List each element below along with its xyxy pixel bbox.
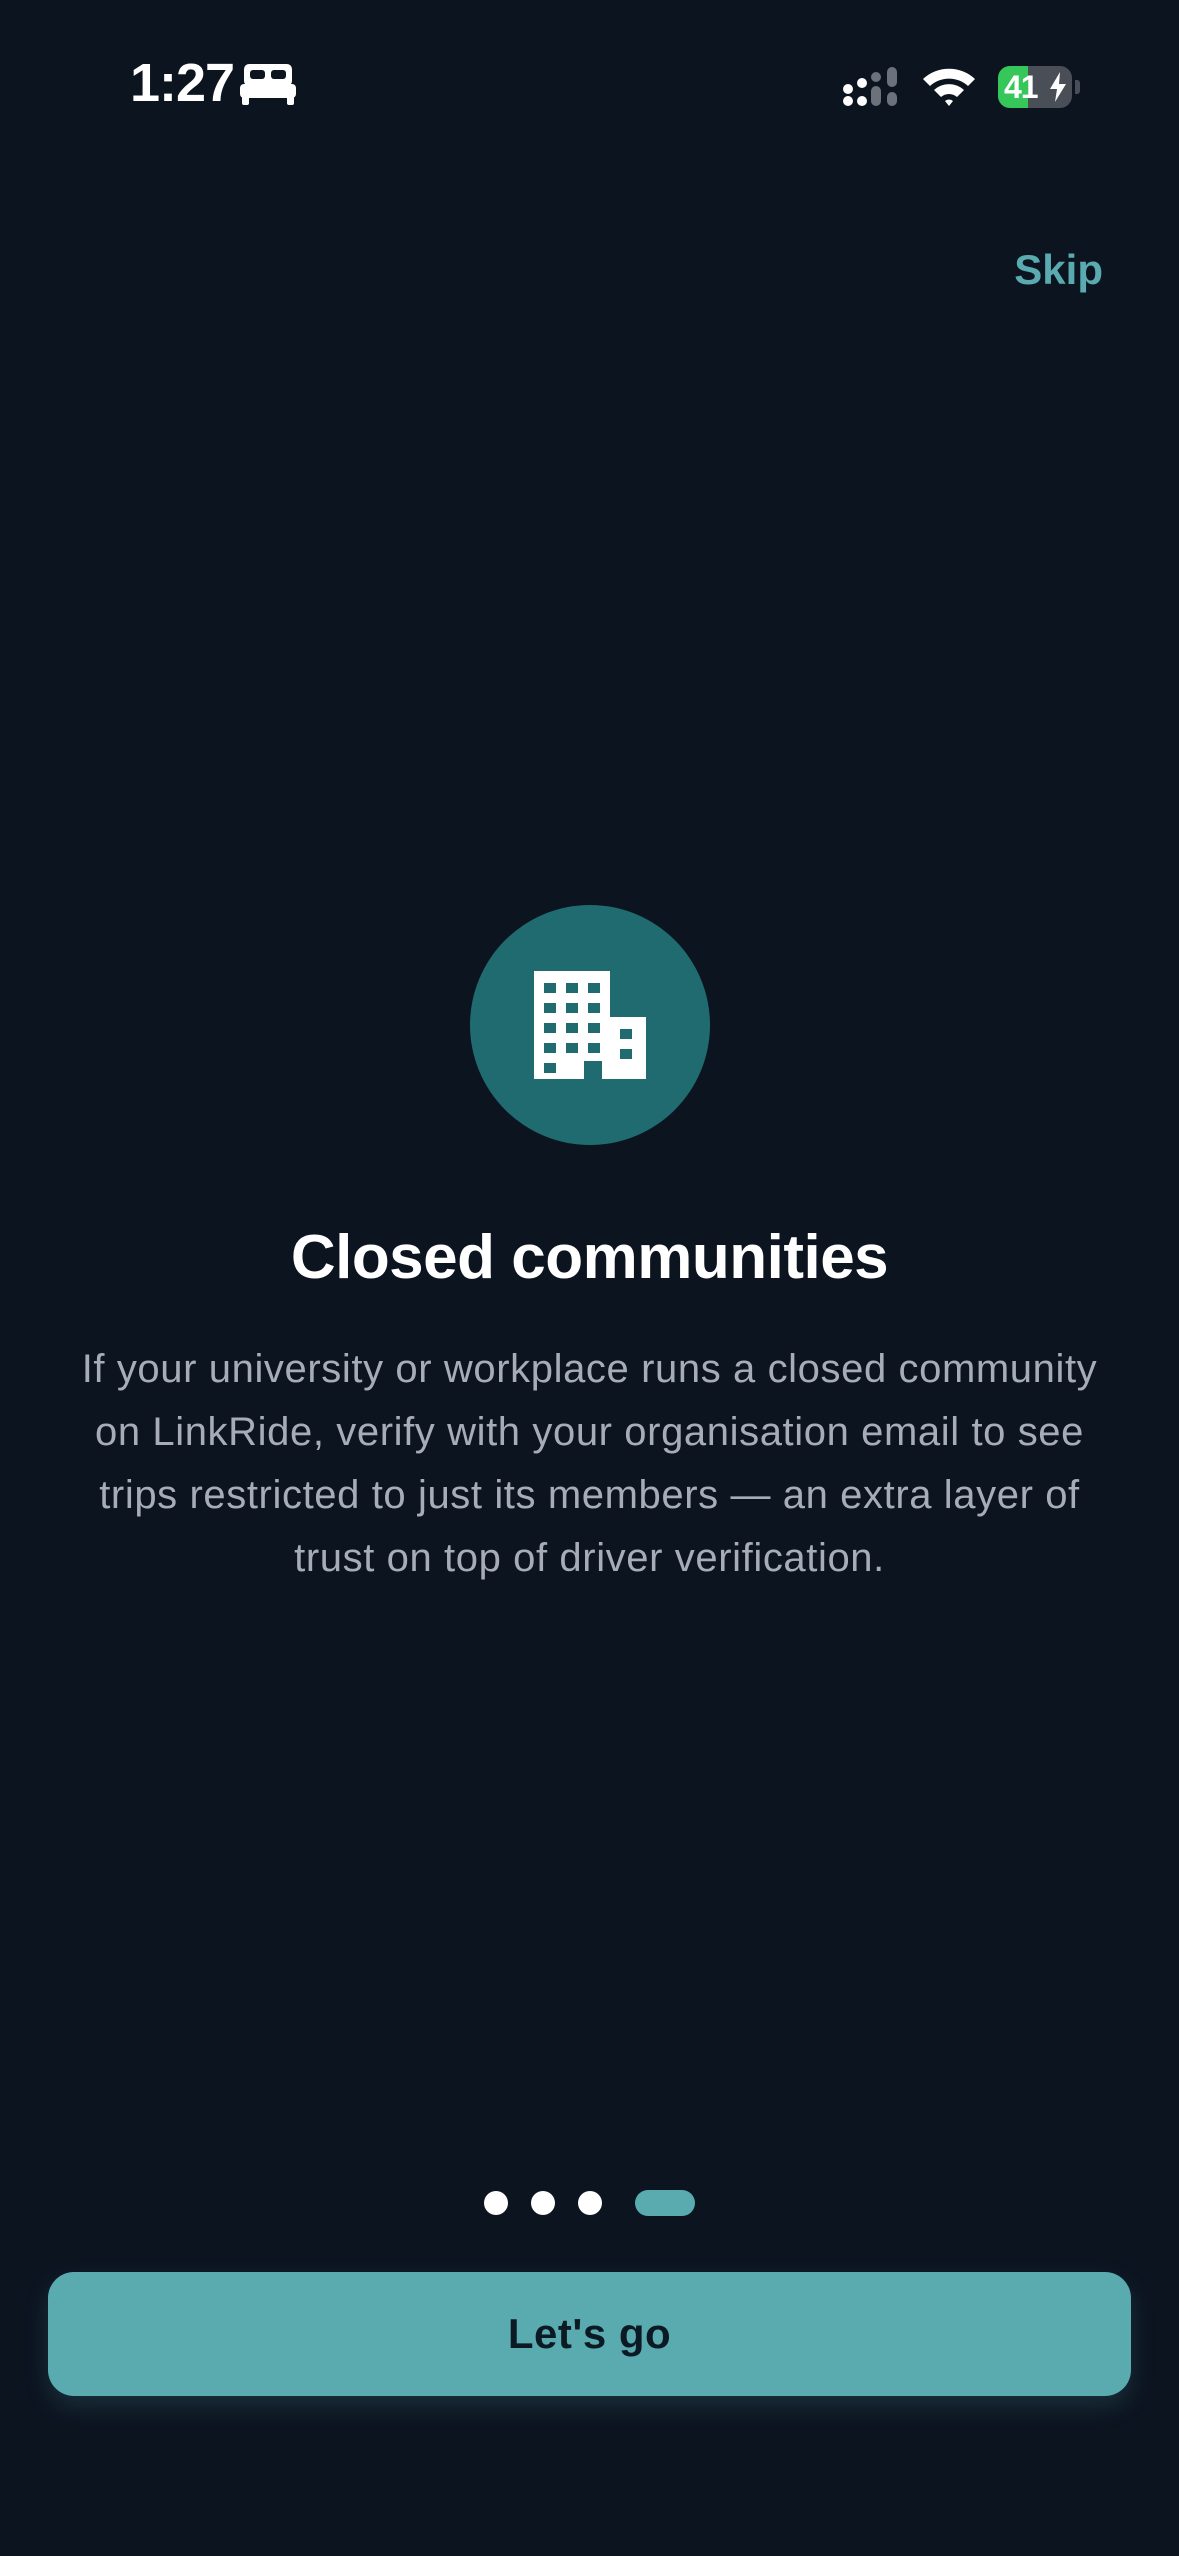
battery-tip xyxy=(1075,80,1080,94)
status-time: 1:27 xyxy=(130,53,235,113)
skip-button[interactable]: Skip xyxy=(1014,246,1103,294)
building-icon xyxy=(534,971,646,1079)
lets-go-button[interactable]: Let's go xyxy=(48,2272,1131,2396)
bolt-icon xyxy=(1050,72,1066,102)
lets-go-label: Let's go xyxy=(507,2310,672,2357)
onboarding-screen: 1:27 41 Skip Closed communities If your … xyxy=(0,0,1179,2556)
page-dot[interactable] xyxy=(578,2191,602,2215)
page-dot[interactable] xyxy=(484,2191,508,2215)
page-dot-active[interactable] xyxy=(635,2190,695,2216)
hero-icon-circle xyxy=(470,905,710,1145)
wifi-icon xyxy=(923,68,975,106)
battery-percentage: 41 xyxy=(1004,69,1039,105)
page-dot[interactable] xyxy=(531,2191,555,2215)
page-indicator xyxy=(0,2190,1179,2216)
onboarding-description: If your university or workplace runs a c… xyxy=(81,1347,1098,1580)
bed-icon xyxy=(240,64,296,105)
status-bar: 1:27 41 xyxy=(0,0,1179,170)
onboarding-title: Closed communities xyxy=(290,1223,889,1292)
signal-icon xyxy=(843,67,897,106)
battery-icon: 41 xyxy=(998,66,1080,108)
